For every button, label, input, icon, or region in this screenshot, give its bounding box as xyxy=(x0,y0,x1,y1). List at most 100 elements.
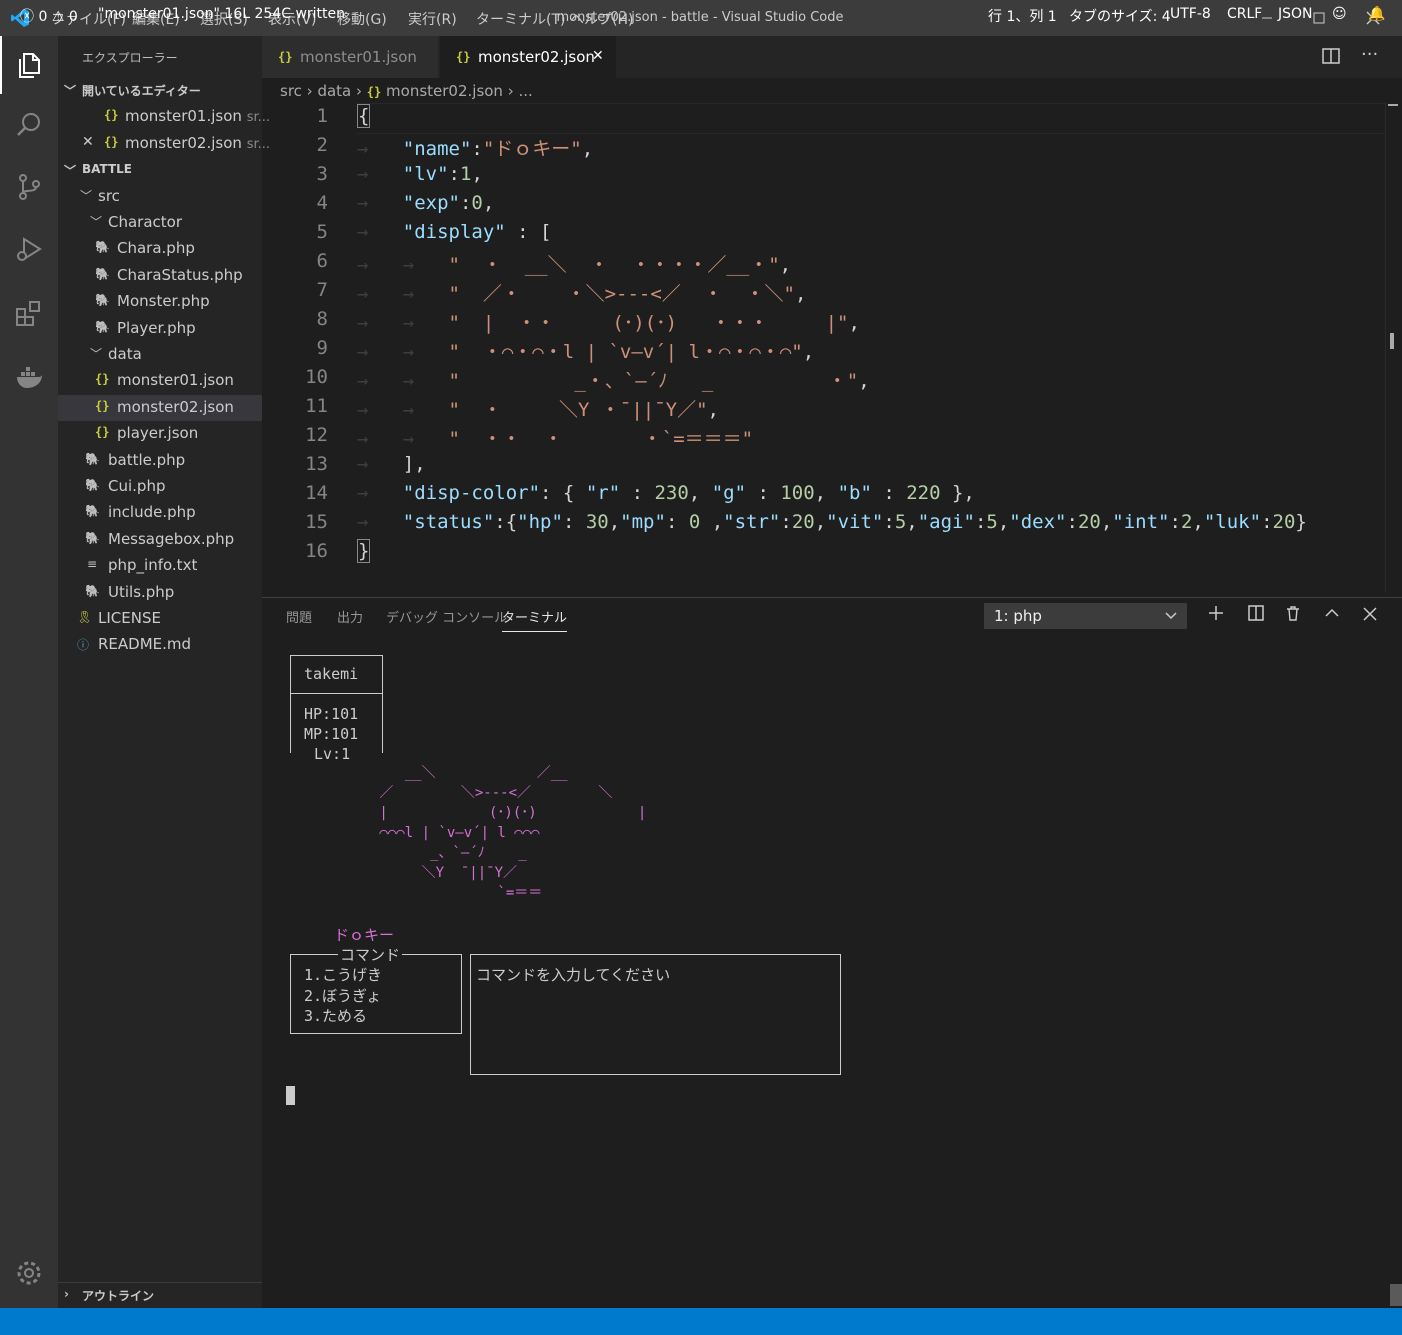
code-line[interactable]: → "name":"ドｏキー", xyxy=(357,134,593,161)
folder-label: Charactor xyxy=(108,213,183,231)
breadcrumb-item[interactable]: ... xyxy=(519,82,533,100)
file-item[interactable]: {} monster01.json xyxy=(58,368,262,394)
new-terminal-button[interactable] xyxy=(1203,603,1229,629)
outline-header[interactable]: › アウトライン xyxy=(58,1282,262,1307)
cursor-position[interactable]: 行 1、列 1 xyxy=(988,6,1057,26)
code-line[interactable]: → → " ・ ＼Y ・¯||¯Y／", xyxy=(357,395,719,422)
explorer-activity[interactable] xyxy=(0,36,58,94)
trash-icon xyxy=(1287,606,1299,621)
maximize-icon xyxy=(1313,12,1325,24)
language-mode[interactable]: JSON xyxy=(1278,6,1313,22)
problems-status[interactable]: ⓧ 0 ⚠ 0 xyxy=(20,6,78,26)
menu-run[interactable]: 実行(R) xyxy=(408,9,457,29)
split-editor-icon xyxy=(1322,48,1340,64)
code-line[interactable]: → → " ／・ ・＼>---<／ ・ ・＼", xyxy=(357,279,806,306)
code-line[interactable]: → "lv":1, xyxy=(357,163,483,185)
line-ending[interactable]: CRLF xyxy=(1227,6,1262,22)
close-tab-icon[interactable]: ✕ xyxy=(592,48,604,64)
command-item[interactable]: 1.こうげき xyxy=(304,964,382,985)
close-panel-button[interactable] xyxy=(1357,603,1383,629)
search-activity[interactable] xyxy=(0,96,58,154)
kill-terminal-button[interactable] xyxy=(1280,603,1306,629)
source-control-icon xyxy=(19,174,40,200)
file-item[interactable]: 🐘 Monster.php xyxy=(58,289,262,315)
art-line: `=＝＝ xyxy=(312,885,543,901)
json-number: 20 xyxy=(791,511,815,533)
panel-tab-output[interactable]: 出力 xyxy=(337,607,363,626)
terminal-cursor[interactable] xyxy=(286,1086,295,1105)
tab-monster01[interactable]: {} monster01.json xyxy=(262,36,438,78)
code-line[interactable]: → "disp-color": { "r" : 230, "g" : 100, … xyxy=(357,482,975,504)
bell-icon[interactable]: 🔔 xyxy=(1368,6,1385,22)
file-item[interactable]: 🐘 Player.php xyxy=(58,316,262,342)
extensions-activity[interactable] xyxy=(0,284,58,342)
file-label: Monster.php xyxy=(117,292,210,310)
code-line[interactable]: } xyxy=(357,539,371,563)
project-header[interactable]: ﹀ BATTLE xyxy=(58,158,262,182)
file-item[interactable]: 🐘 Cui.php xyxy=(58,474,262,500)
tab-label: monster02.json xyxy=(478,48,595,66)
file-item[interactable]: ≡ php_info.txt xyxy=(58,553,262,579)
breadcrumb-item[interactable]: src xyxy=(280,82,302,100)
open-editor-item[interactable]: {} monster01.json sr... xyxy=(58,104,270,130)
code-line[interactable]: → "display" : [ xyxy=(357,221,551,243)
file-item[interactable]: 🐘 Utils.php xyxy=(58,580,262,606)
close-editor-icon[interactable]: ✕ xyxy=(82,134,94,150)
player-name: takemi xyxy=(304,665,359,683)
open-editors-header[interactable]: ﹀ 開いているエディター xyxy=(58,78,262,102)
file-item[interactable]: 🐘 Messagebox.php xyxy=(58,527,262,553)
folder-charactor[interactable]: ﹀ Charactor xyxy=(58,210,262,236)
code-line[interactable]: → "status":{"hp": 30,"mp": 0 ,"str":20,"… xyxy=(357,511,1307,533)
code-line[interactable]: → "exp":0, xyxy=(357,192,494,214)
file-item[interactable]: 🐘 battle.php xyxy=(58,448,262,474)
command-item[interactable]: 2.ぼうぎょ xyxy=(304,985,381,1006)
file-item[interactable]: 🐘 CharaStatus.php xyxy=(58,263,262,289)
open-editor-item[interactable]: ✕ {} monster02.json sr... xyxy=(58,131,270,157)
split-editor-button[interactable] xyxy=(1322,47,1340,69)
json-number: 5 xyxy=(894,511,907,533)
folder-data[interactable]: ﹀ data xyxy=(58,342,262,368)
license-icon: 🎗 xyxy=(77,610,93,624)
open-editor-name: monster02.json xyxy=(125,134,242,152)
command-item[interactable]: 3.ためる xyxy=(304,1005,367,1026)
code-line[interactable]: → ], xyxy=(357,453,426,475)
tab-monster02[interactable]: {} monster02.json ✕ xyxy=(440,36,616,78)
json-key: "str" xyxy=(723,511,781,533)
code-line[interactable]: → → " _・、`—´ﾉ _ ・", xyxy=(357,366,870,393)
split-terminal-button[interactable] xyxy=(1243,603,1269,629)
file-item[interactable]: 🐘 Chara.php xyxy=(58,236,262,262)
file-item[interactable]: {} player.json xyxy=(58,421,262,447)
file-item[interactable]: 🎗 LICENSE xyxy=(58,606,262,632)
json-number: 2 xyxy=(1180,511,1193,533)
menu-terminal[interactable]: ターミナル(T) xyxy=(476,9,565,29)
panel-tab-problems[interactable]: 問題 xyxy=(286,607,312,626)
breadcrumb-item[interactable]: data xyxy=(317,82,351,100)
run-debug-activity[interactable] xyxy=(0,220,58,278)
panel-tab-terminal[interactable]: ターミナル xyxy=(502,607,568,632)
code-line[interactable]: → → " | ・・ (･)(･) ・・・ |", xyxy=(357,308,860,335)
tab-size[interactable]: タブのサイズ: 4 xyxy=(1069,6,1171,26)
source-control-activity[interactable] xyxy=(0,158,58,216)
feedback-icon[interactable]: ☺ xyxy=(1332,6,1347,22)
folder-src[interactable]: ﹀ src xyxy=(58,184,262,210)
encoding[interactable]: UTF-8 xyxy=(1170,6,1211,22)
code-line[interactable]: → → " ・・ ・ ・`=＝＝＝" xyxy=(357,424,753,451)
docker-activity[interactable] xyxy=(0,348,58,406)
maximize-panel-button[interactable] xyxy=(1319,603,1345,629)
status-bar xyxy=(0,1308,1402,1335)
code-line[interactable]: { xyxy=(357,104,371,128)
file-item[interactable]: 🐘 include.php xyxy=(58,500,262,526)
more-actions-icon[interactable]: ··· xyxy=(1361,44,1378,65)
json-key: "lv" xyxy=(402,163,449,185)
terminal-scrollbar-thumb[interactable] xyxy=(1390,1284,1402,1306)
manage-activity[interactable] xyxy=(0,1244,58,1302)
file-item[interactable]: ⓘ README.md xyxy=(58,632,262,658)
terminal-select[interactable]: 1: php xyxy=(984,603,1187,629)
code-line[interactable]: → → " ・ __＼ ・ ・・・・／__・", xyxy=(357,250,791,277)
file-item-selected[interactable]: {} monster02.json xyxy=(58,395,262,421)
art-line: ／ ＼>---<／ ＼ xyxy=(312,785,613,801)
code-line[interactable]: → → " ・⌒・⌒・l | `v—v´| l・⌒・⌒・⌒", xyxy=(357,337,814,364)
breadcrumb-item[interactable]: monster02.json xyxy=(386,82,503,100)
panel-tab-debug-console[interactable]: デバッグ コンソール xyxy=(386,607,507,626)
json-key: "luk" xyxy=(1203,511,1262,533)
